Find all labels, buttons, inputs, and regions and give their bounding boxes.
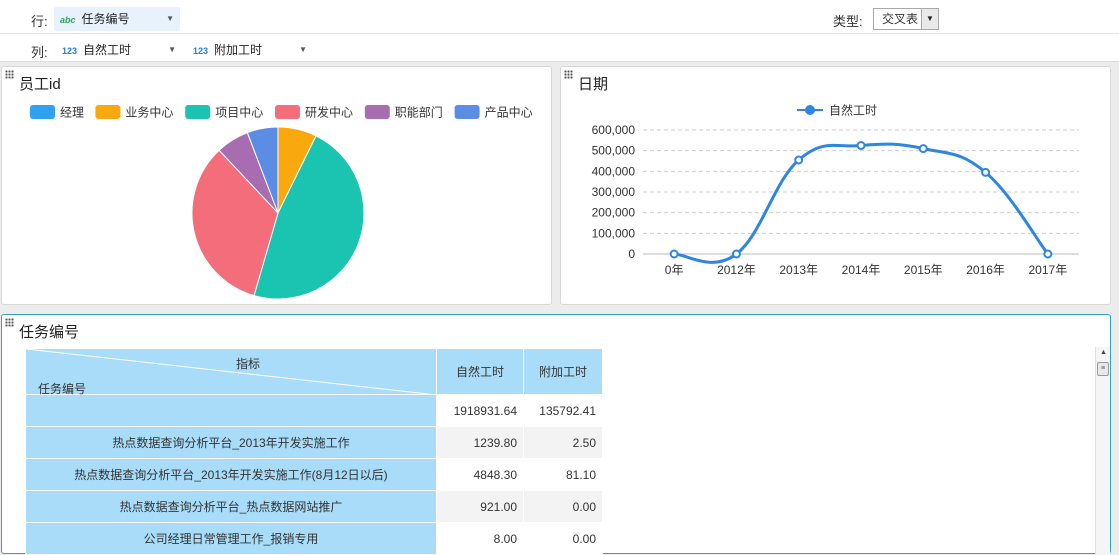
column-header[interactable]: 自然工时 bbox=[436, 348, 524, 395]
y-tick-label: 500,000 bbox=[592, 144, 636, 158]
chart-type-value: 交叉表 bbox=[882, 12, 919, 26]
x-tick-label: 2017年 bbox=[1029, 263, 1068, 277]
chevron-down-icon[interactable]: ▼ bbox=[921, 9, 938, 29]
cell-natural-hours: 1918931.64 bbox=[436, 394, 524, 427]
column-fields-bar: 列: 123 自然工时 ▼ 123 附加工时 ▼ bbox=[0, 33, 1119, 63]
pivot-table: 指标 任务编号 自然工时 附加工时 1918931.64 135792.41 热… bbox=[25, 348, 603, 555]
cell-natural-hours: 921.00 bbox=[436, 490, 524, 523]
legend-item-6-label[interactable]: 产品中心 bbox=[485, 105, 533, 120]
drag-handle-icon[interactable] bbox=[5, 318, 14, 327]
row-header: 热点数据查询分析平台_2013年开发实施工作(8月12日以后) bbox=[25, 458, 437, 491]
row-header: 公司经理日常管理工作_报销专用 bbox=[25, 522, 437, 555]
pivot-table-panel: 任务编号 指标 任务编号 自然工时 附加工时 1918931.64 135792… bbox=[1, 314, 1111, 555]
chevron-down-icon[interactable]: ▼ bbox=[168, 38, 176, 62]
data-point-3[interactable] bbox=[794, 155, 804, 165]
legend-item-5-swatch[interactable] bbox=[364, 105, 390, 119]
table-row: 1918931.64 135792.41 bbox=[25, 394, 603, 427]
legend-item-4-label[interactable]: 研发中心 bbox=[305, 105, 353, 120]
data-point-1[interactable] bbox=[669, 249, 679, 259]
number-type-icon: 123 bbox=[62, 46, 78, 56]
data-point-2[interactable] bbox=[731, 249, 741, 259]
y-tick-label: 400,000 bbox=[592, 164, 636, 178]
table-panel-title: 任务编号 bbox=[19, 324, 80, 341]
legend-marker bbox=[805, 105, 815, 115]
legend-item-3-swatch[interactable] bbox=[185, 105, 211, 119]
corner-header: 指标 任务编号 bbox=[25, 348, 437, 396]
legend-item-5-label[interactable]: 职能部门 bbox=[395, 105, 443, 120]
corner-row-label: 任务编号 bbox=[38, 382, 87, 396]
legend-item-2-swatch[interactable] bbox=[95, 105, 121, 119]
cell-natural-hours: 8.00 bbox=[436, 522, 524, 555]
legend-item-1-swatch[interactable] bbox=[30, 105, 55, 119]
table-row: 公司经理日常管理工作_报销专用 8.00 0.00 bbox=[25, 522, 603, 555]
data-point-6[interactable] bbox=[981, 167, 991, 177]
scroll-thumb[interactable]: ≡ bbox=[1097, 362, 1109, 376]
type-label: 类型: bbox=[833, 14, 863, 29]
column-field-label: 附加工时 bbox=[214, 43, 263, 57]
legend-item-6-swatch[interactable] bbox=[454, 105, 480, 119]
x-tick-label: 2016年 bbox=[966, 263, 1005, 277]
row-field-label: 任务编号 bbox=[81, 12, 130, 26]
cell-extra-hours: 2.50 bbox=[523, 426, 603, 459]
y-tick-label: 300,000 bbox=[592, 185, 636, 199]
row-fields-bar: 行: abc 任务编号 ▼ 类型: 交叉表 ▼ bbox=[0, 3, 1119, 33]
table-row: 热点数据查询分析平台_热点数据网站推广 921.00 0.00 bbox=[25, 490, 603, 523]
x-tick-label: 2013年 bbox=[779, 263, 818, 277]
x-tick-label: 2012年 bbox=[717, 263, 756, 277]
chart-type-select[interactable]: 交叉表 ▼ bbox=[873, 8, 939, 30]
y-tick-label: 0 bbox=[628, 247, 635, 261]
legend-item-3-label[interactable]: 项目中心 bbox=[215, 105, 263, 120]
x-tick-label: 2015年 bbox=[904, 263, 943, 277]
cell-extra-hours: 0.00 bbox=[523, 522, 603, 555]
column-header[interactable]: 附加工时 bbox=[523, 348, 603, 395]
legend-item-2-label[interactable]: 业务中心 bbox=[125, 105, 173, 120]
legend-series-label[interactable]: 自然工时 bbox=[829, 103, 877, 118]
pivot-toolbar: 行: abc 任务编号 ▼ 类型: 交叉表 ▼ 列: 123 自然工时 ▼ 123 附… bbox=[0, 0, 1119, 62]
row-header: 热点数据查询分析平台_2013年开发实施工作 bbox=[25, 426, 437, 459]
column-label: 列: bbox=[31, 45, 48, 60]
cell-extra-hours: 0.00 bbox=[523, 490, 603, 523]
header-row: 指标 任务编号 自然工时 附加工时 bbox=[25, 348, 603, 396]
cell-extra-hours: 81.10 bbox=[523, 458, 603, 491]
data-point-4[interactable] bbox=[856, 141, 866, 150]
line-chart-panel: 日期 自然工时 0 100,000 200,000 300,000 400,000 500,… bbox=[560, 66, 1111, 305]
data-point-7[interactable] bbox=[1043, 249, 1053, 259]
data-point-5[interactable] bbox=[918, 144, 928, 154]
diagonal-divider bbox=[26, 349, 437, 395]
legend-item-4-swatch[interactable] bbox=[275, 105, 300, 119]
column-field-chip[interactable]: 123 附加工时 ▼ bbox=[187, 38, 313, 62]
row-header: 热点数据查询分析平台_热点数据网站推广 bbox=[25, 490, 437, 523]
corner-metric-label: 指标 bbox=[236, 357, 261, 371]
table-row: 热点数据查询分析平台_2013年开发实施工作 1239.80 2.50 bbox=[25, 426, 603, 459]
text-type-icon: abc bbox=[60, 15, 76, 25]
line-chart: 自然工时 0 100,000 200,000 300,000 400,000 500,000… bbox=[592, 103, 1079, 277]
cell-natural-hours: 1239.80 bbox=[436, 426, 524, 459]
table-row: 热点数据查询分析平台_2013年开发实施工作(8月12日以后) 4848.30 … bbox=[25, 458, 603, 491]
number-type-icon: 123 bbox=[193, 46, 209, 56]
row-label: 行: bbox=[31, 14, 48, 29]
cell-natural-hours: 4848.30 bbox=[436, 458, 524, 491]
pie-chart: 经理 业务中心 项目中心 研发中心 职能部门 产品中心 bbox=[30, 105, 533, 300]
cell-extra-hours: 135792.41 bbox=[523, 394, 603, 427]
row-header bbox=[25, 394, 437, 427]
chevron-down-icon[interactable]: ▼ bbox=[299, 38, 307, 62]
scroll-up-icon[interactable]: ▲ bbox=[1096, 349, 1111, 356]
column-field-label: 自然工时 bbox=[83, 43, 132, 57]
chevron-down-icon[interactable]: ▼ bbox=[166, 7, 174, 31]
row-field-chip[interactable]: abc 任务编号 ▼ bbox=[54, 7, 180, 31]
x-tick-label: 0年 bbox=[665, 263, 684, 277]
y-tick-label: 600,000 bbox=[592, 123, 636, 137]
x-tick-label: 2014年 bbox=[842, 263, 881, 277]
vertical-scrollbar[interactable]: ▲ ≡ bbox=[1095, 347, 1110, 555]
pie-chart-panel: 员工id 经理 业务中心 项目中心 研发中心 职能部门 产品中心 bbox=[1, 66, 552, 305]
y-tick-label: 200,000 bbox=[592, 206, 636, 220]
y-tick-label: 100,000 bbox=[592, 226, 636, 240]
column-field-chip[interactable]: 123 自然工时 ▼ bbox=[56, 38, 182, 62]
legend-item-1-label[interactable]: 经理 bbox=[60, 106, 84, 120]
series-line bbox=[673, 142, 1050, 264]
